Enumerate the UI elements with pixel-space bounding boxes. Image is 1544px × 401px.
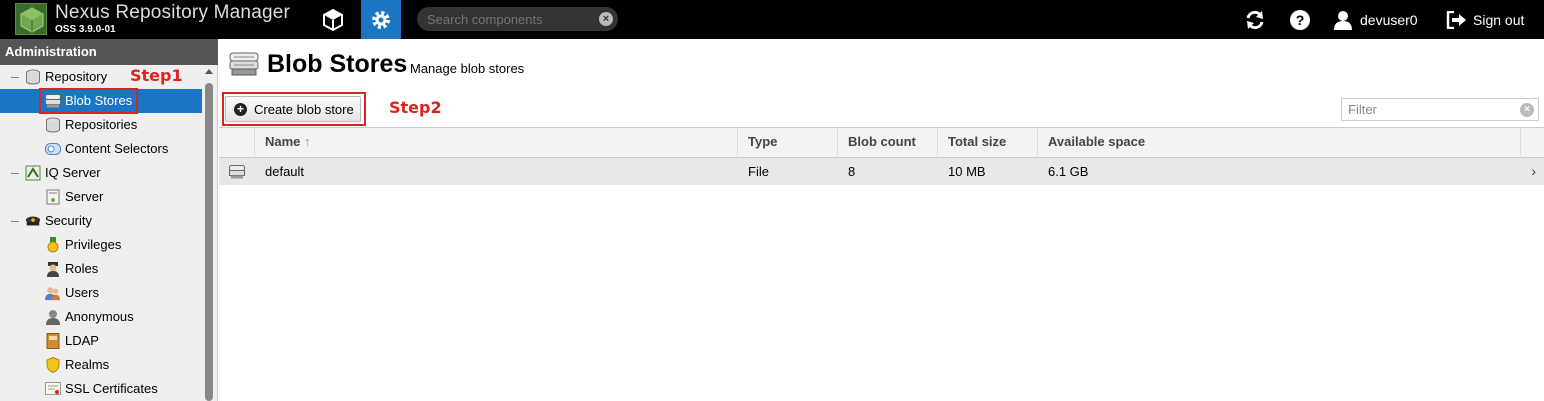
sidebar-item-content-selectors[interactable]: Content Selectors xyxy=(0,137,202,161)
signout-label: Sign out xyxy=(1473,11,1525,28)
user-menu[interactable]: devuser0 xyxy=(1333,0,1418,39)
sidebar-item-privileges[interactable]: Privileges xyxy=(0,233,202,257)
cell-total-size: 10 MB xyxy=(948,164,986,179)
tree-collapse-icon[interactable] xyxy=(11,77,19,78)
sidebar-item-realms[interactable]: Realms xyxy=(0,353,202,377)
column-header-type[interactable]: Type xyxy=(738,128,838,158)
database-icon xyxy=(45,117,61,133)
top-header: Nexus Repository Manager OSS 3.9.0-01 × … xyxy=(0,0,1544,39)
admin-gear-icon[interactable] xyxy=(361,0,401,39)
database-icon xyxy=(25,69,41,85)
cell-available-space: 6.1 GB xyxy=(1048,164,1089,179)
filter-clear-icon[interactable]: × xyxy=(1520,103,1534,117)
search-clear-icon[interactable]: × xyxy=(599,12,613,26)
main-panel: Blob Stores Manage blob stores + Create … xyxy=(219,39,1544,401)
sidebar-item-label: SSL Certificates xyxy=(65,381,158,396)
browse-cube-icon[interactable] xyxy=(313,0,353,39)
help-icon[interactable]: ? xyxy=(1280,0,1320,39)
chevron-right-icon[interactable]: › xyxy=(1531,158,1536,185)
content-selector-icon xyxy=(45,141,61,157)
sidebar-item-ldap[interactable]: LDAP xyxy=(0,329,202,353)
sidebar-item-server[interactable]: Server xyxy=(0,185,202,209)
sidebar-item-label: Security xyxy=(45,213,92,228)
scroll-up-icon[interactable] xyxy=(205,69,213,74)
sidebar-item-label: Roles xyxy=(65,261,99,276)
address-book-icon xyxy=(45,333,61,349)
svg-text:?: ? xyxy=(1296,12,1305,28)
sidebar-item-iq-server[interactable]: IQ Server xyxy=(0,161,202,185)
users-icon xyxy=(45,285,61,301)
filter-box: × xyxy=(1341,98,1539,121)
grid-header: Name ↑ Type Blob count Total size Availa… xyxy=(219,128,1544,158)
certificate-icon xyxy=(45,381,61,397)
step1-highlight-box xyxy=(39,88,138,114)
column-header-name[interactable]: Name ↑ xyxy=(255,128,738,158)
page-subtitle: Manage blob stores xyxy=(410,61,525,76)
nexus-logo-icon[interactable] xyxy=(15,3,47,35)
sidebar-item-ssl-certificates[interactable]: SSL Certificates xyxy=(0,377,202,401)
sidebar-item-label: Anonymous xyxy=(65,309,134,324)
user-icon xyxy=(1334,10,1352,30)
sidebar-item-label: Server xyxy=(65,189,104,204)
shield-icon xyxy=(45,357,61,373)
user-name: devuser0 xyxy=(1360,11,1418,28)
server-icon xyxy=(45,189,61,205)
sidebar-item-users[interactable]: Users xyxy=(0,281,202,305)
column-header-blob-count[interactable]: Blob count xyxy=(838,128,938,158)
sidebar-scrollbar[interactable] xyxy=(202,65,216,401)
app-title: Nexus Repository Manager xyxy=(55,2,291,23)
search-box: × xyxy=(417,7,618,31)
sidebar-item-label: Content Selectors xyxy=(65,141,169,156)
officer-icon xyxy=(45,261,61,277)
signout-button[interactable]: Sign out xyxy=(1446,0,1524,39)
table-row[interactable]: default File 8 10 MB 6.1 GB › xyxy=(219,158,1544,185)
signout-icon xyxy=(1446,10,1466,29)
blob-store-row-icon xyxy=(229,165,245,179)
refresh-icon[interactable] xyxy=(1235,0,1275,39)
sidebar-item-label: Repository xyxy=(45,69,108,84)
cell-name: default xyxy=(265,164,305,179)
page-title: Blob Stores xyxy=(267,50,408,78)
iq-server-icon xyxy=(25,165,41,181)
sidebar-item-label: Users xyxy=(65,285,99,300)
scroll-thumb[interactable] xyxy=(205,83,213,401)
tree-collapse-icon[interactable] xyxy=(11,173,19,174)
app-version: OSS 3.9.0-01 xyxy=(55,24,116,35)
filter-input[interactable] xyxy=(1348,102,1518,117)
sidebar-item-label: Repositories xyxy=(65,117,138,132)
sidebar-item-anonymous[interactable]: Anonymous xyxy=(0,305,202,329)
sidebar-item-label: LDAP xyxy=(65,333,99,348)
tree-collapse-icon[interactable] xyxy=(11,221,19,222)
sidebar-item-repositories[interactable]: Repositories xyxy=(0,113,202,137)
police-hat-icon xyxy=(25,213,41,229)
sidebar-item-label: Realms xyxy=(65,357,110,372)
step2-highlight-box xyxy=(222,92,366,126)
search-input[interactable] xyxy=(427,10,597,28)
sidebar-item-label: IQ Server xyxy=(45,165,101,180)
step2-annotation: Step2 xyxy=(389,98,442,117)
sidebar-item-roles[interactable]: Roles xyxy=(0,257,202,281)
step1-annotation: Step1 xyxy=(130,66,183,85)
blob-store-grid: Name ↑ Type Blob count Total size Availa… xyxy=(219,127,1544,401)
sidebar-title: Administration xyxy=(0,39,218,65)
sidebar-item-security[interactable]: Security xyxy=(0,209,202,233)
sidebar-item-label: Privileges xyxy=(65,237,122,252)
column-header-total-size[interactable]: Total size xyxy=(938,128,1038,158)
medal-icon xyxy=(45,237,61,253)
cell-type: File xyxy=(748,164,769,179)
anonymous-user-icon xyxy=(45,309,61,325)
sort-ascending-icon: ↑ xyxy=(304,134,311,149)
cell-blob-count: 8 xyxy=(848,164,856,179)
column-header-available-space[interactable]: Available space xyxy=(1038,128,1521,158)
blob-store-icon xyxy=(229,52,259,76)
icon-column-header xyxy=(219,128,255,158)
